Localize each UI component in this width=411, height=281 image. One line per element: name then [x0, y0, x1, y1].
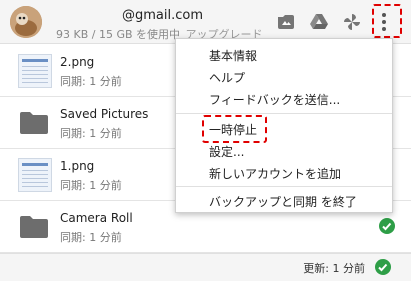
sync-status: 同期: 1 分前	[60, 127, 122, 140]
folder-name: Camera Roll	[60, 211, 133, 225]
menu-item-feedback[interactable]: フィードバックを送信...	[209, 91, 340, 108]
sync-status: 同期: 1 分前	[60, 231, 122, 244]
status-footer: 更新: 1 分前	[0, 253, 411, 281]
more-button-highlight	[372, 4, 402, 38]
pinwheel-icon[interactable]	[342, 12, 362, 32]
last-updated: 更新: 1 分前	[303, 262, 365, 275]
image-file-icon	[18, 54, 52, 88]
storage-usage-text: 93 KB / 15 GB を使用中	[56, 28, 181, 41]
folder-icon	[20, 112, 48, 134]
folder-icon	[20, 216, 48, 238]
menu-divider	[176, 113, 392, 114]
menu-divider	[176, 186, 392, 187]
image-file-icon	[18, 158, 52, 192]
overflow-menu: 基本情報 ヘルプ フィードバックを送信... 一時停止 設定... 新しいアカウ…	[175, 38, 393, 213]
sync-status: 同期: 1 分前	[60, 179, 122, 192]
menu-item-settings[interactable]: 設定...	[209, 143, 244, 160]
sync-status: 同期: 1 分前	[60, 75, 122, 88]
sync-complete-icon	[379, 218, 395, 234]
menu-item-add-account[interactable]: 新しいアカウントを追加	[209, 165, 341, 182]
menu-item-help[interactable]: ヘルプ	[209, 69, 245, 86]
sync-complete-icon	[375, 259, 391, 275]
folder-name: Saved Pictures	[60, 107, 149, 121]
file-name: 1.png	[60, 159, 95, 173]
google-drive-icon[interactable]	[309, 12, 329, 32]
account-email: @gmail.com	[122, 8, 204, 23]
menu-item-pause[interactable]: 一時停止	[209, 121, 257, 138]
file-name: 2.png	[60, 55, 95, 69]
photos-upload-icon[interactable]	[276, 12, 296, 32]
menu-item-quit[interactable]: バックアップと同期 を終了	[209, 193, 357, 210]
avatar[interactable]	[10, 6, 42, 38]
menu-item-about[interactable]: 基本情報	[209, 47, 257, 64]
